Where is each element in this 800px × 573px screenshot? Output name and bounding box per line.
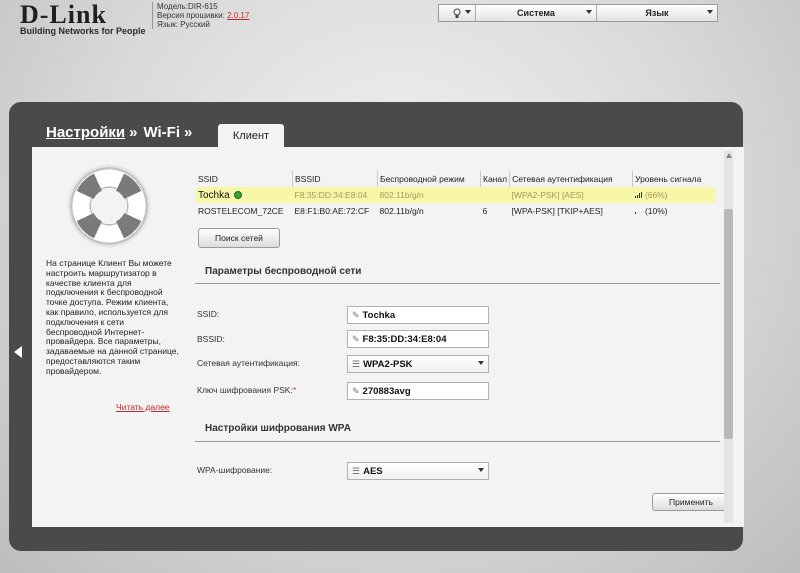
device-info: Модель:DIR-615 Версия прошивки: 2.0.17 Я… (152, 2, 249, 29)
menu-lightbulb-button[interactable] (439, 5, 476, 21)
breadcrumb: Настройки » Wi-Fi » (46, 124, 198, 141)
help-text: На странице Клиент Вы можете настроить м… (46, 258, 179, 376)
column-header-signal: Уровень сигнала (632, 171, 716, 187)
wpa-enc-label: WPA-шифрование: (197, 465, 273, 475)
tab-client[interactable]: Клиент (218, 124, 284, 147)
apply-button[interactable]: Применить (652, 493, 730, 511)
table-header-row: SSID BSSID Беспроводной режим Канал Сете… (196, 171, 716, 187)
lightbulb-icon (453, 8, 461, 18)
required-marker: * (292, 385, 297, 395)
psk-label-text: Ключ шифрования PSK: (197, 385, 293, 395)
firmware-label: Версия прошивки: (157, 11, 225, 20)
cell-ssid: ROSTELECOM_72CE (198, 206, 284, 216)
help-sidebar: На странице Клиент Вы можете настроить м… (32, 147, 182, 527)
column-header-auth: Сетевая аутентификация (509, 171, 633, 187)
back-arrow-icon[interactable] (14, 346, 22, 358)
firmware-version-link[interactable]: 2.0.17 (227, 11, 249, 20)
vertical-scrollbar[interactable] (724, 151, 733, 523)
networks-table: SSID BSSID Беспроводной режим Канал Сете… (196, 171, 716, 219)
bssid-value: F8:35:DD:34:E8:04 (362, 333, 447, 345)
signal-bars-icon (634, 192, 643, 198)
pencil-icon: ✎ (352, 309, 360, 320)
chevron-down-icon (478, 468, 484, 472)
ssid-label: SSID: (197, 309, 220, 319)
cell-channel (480, 187, 510, 203)
breadcrumb-wifi[interactable]: Wi-Fi (143, 124, 180, 141)
top-menu: Система Язык (438, 4, 718, 22)
cell-ssid: Tochka (196, 187, 293, 203)
column-header-ssid: SSID (198, 174, 218, 184)
cell-channel: 6 (482, 206, 488, 216)
cell-signal: (66%) (632, 187, 716, 203)
cell-bssid: F8:35:DD:34:E8:04 (292, 187, 378, 203)
cell-signal: (10%) (633, 203, 716, 219)
language-info: Язык: Русский (157, 20, 210, 29)
bssid-field[interactable]: ✎ F8:35:DD:34:E8:04 (347, 330, 489, 348)
scrollbar-thumb[interactable] (724, 209, 733, 439)
brand-tagline: Building Networks for People (20, 26, 146, 36)
scroll-up-icon[interactable] (726, 153, 732, 158)
read-more-link[interactable]: Читать далее (116, 402, 170, 412)
ssid-value: Tochka (362, 309, 396, 321)
chevron-down-icon (707, 10, 713, 14)
wpa-enc-select[interactable]: ☰ AES (347, 462, 489, 480)
breadcrumb-separator: » (184, 124, 193, 141)
table-row[interactable]: ROSTELECOM_72CE E8:F1:B0:AE:72:CF 802.11… (196, 203, 715, 219)
firmware-row: Версия прошивки: 2.0.17 (157, 11, 249, 20)
cell-signal-text: (66%) (644, 190, 668, 200)
signal-bars-icon (634, 208, 643, 214)
list-icon: ☰ (352, 465, 361, 476)
cell-signal-text: (10%) (644, 206, 668, 216)
breadcrumb-settings[interactable]: Настройки (46, 124, 125, 141)
psk-value: 270883avg (362, 385, 411, 397)
section-divider (195, 283, 720, 284)
column-header-mode: Беспроводной режим (377, 171, 481, 187)
bssid-label: BSSID: (197, 334, 225, 344)
pencil-icon: ✎ (352, 333, 360, 344)
language-menu[interactable]: Язык (597, 5, 717, 21)
cell-auth: [WPA2-PSK] [AES] (509, 187, 633, 203)
ssid-field[interactable]: ✎ Tochka (347, 306, 489, 324)
wpa-enc-select-value: AES (363, 465, 383, 477)
list-icon: ☰ (352, 358, 361, 369)
psk-label: Ключ шифрования PSK:* (197, 385, 296, 395)
cell-mode: 802.11b/g/n (379, 206, 424, 216)
chevron-down-icon (586, 10, 592, 14)
auth-select-value: WPA2-PSK (363, 358, 413, 370)
brand-name: D-Link (20, 0, 107, 29)
content-panel: На странице Клиент Вы можете настроить м… (32, 147, 744, 527)
wireless-params-title: Параметры беспроводной сети (205, 266, 362, 277)
search-networks-button[interactable]: Поиск сетей (198, 228, 280, 248)
cell-bssid: E8:F1:B0:AE:72:CF (294, 206, 370, 216)
chevron-down-icon (478, 361, 484, 365)
model-text: Модель:DIR-615 (157, 2, 218, 11)
cell-ssid-text: Tochka (198, 189, 230, 201)
breadcrumb-separator: » (129, 124, 138, 141)
system-menu[interactable]: Система (476, 5, 597, 21)
psk-field[interactable]: ✎ 270883avg (347, 382, 489, 400)
cell-auth: [WPA-PSK] [TKIP+AES] (511, 206, 603, 216)
system-menu-label: Система (517, 8, 555, 18)
cell-mode: 802.11b/g/n (377, 187, 481, 203)
table-row[interactable]: Tochka F8:35:DD:34:E8:04 802.11b/g/n [WP… (196, 187, 716, 203)
chevron-down-icon (465, 10, 471, 14)
auth-select[interactable]: ☰ WPA2-PSK (347, 355, 489, 373)
pencil-icon: ✎ (352, 385, 360, 396)
language-menu-label: Язык (645, 8, 669, 18)
lifebuoy-icon (66, 163, 152, 249)
column-header-bssid: BSSID (292, 171, 378, 187)
wpa-settings-title: Настройки шифрования WPA (205, 423, 351, 434)
column-header-channel: Канал (479, 171, 510, 187)
auth-label: Сетевая аутентификация: (197, 358, 300, 368)
dlink-logo: D-Link Building Networks for People (20, 0, 146, 37)
connected-status-icon (233, 190, 242, 199)
section-divider (195, 441, 720, 442)
